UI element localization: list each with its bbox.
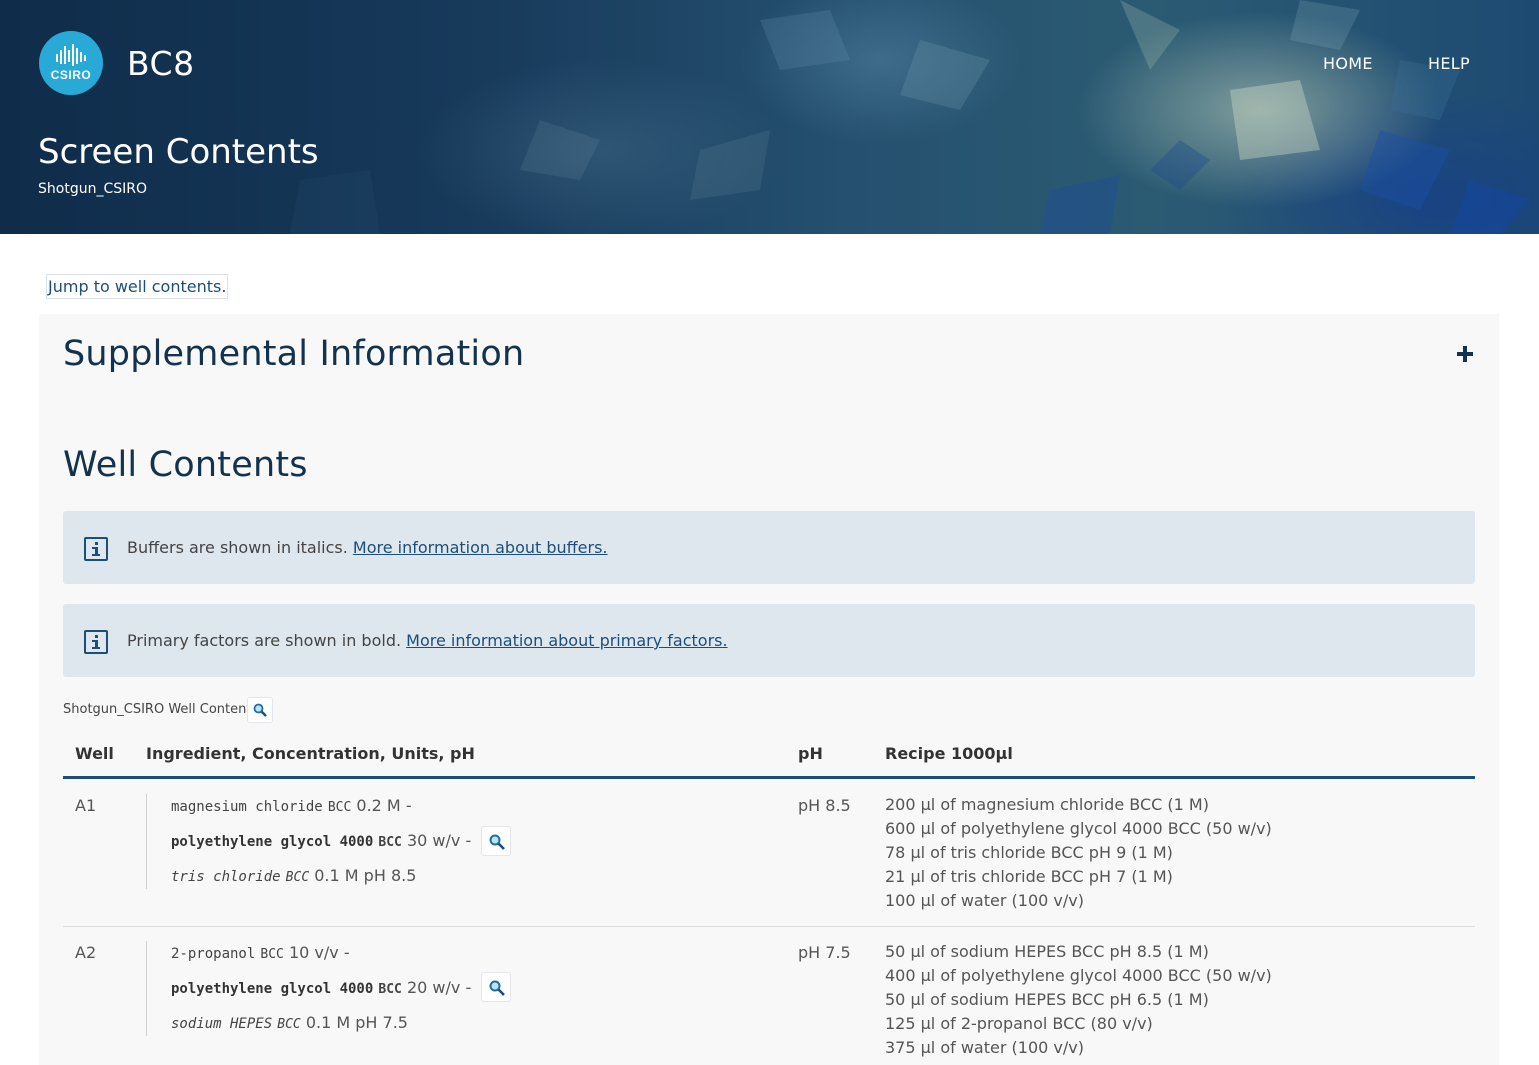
ingredient-line: magnesium chloride BCC 0.2 M - (171, 796, 412, 815)
csiro-waveform-icon (56, 44, 86, 66)
supplemental-info-heading[interactable]: Supplemental Information (63, 334, 524, 374)
ingredient-amount: 10 v/v - (288, 943, 350, 962)
ingredient-line: tris chloride BCC 0.1 M pH 8.5 (171, 866, 416, 885)
ingredient-tag: BCC (260, 947, 284, 962)
nav-help-link[interactable]: HELP (1428, 54, 1470, 73)
ingredient-name: magnesium chloride (171, 799, 323, 815)
ingredient-name: 2-propanol (171, 946, 256, 962)
magnifier-icon (489, 980, 505, 996)
well-id: A1 (75, 796, 97, 815)
row-divider (63, 926, 1475, 927)
ingredient-line: polyethylene glycol 4000 BCC 30 w/v - (171, 831, 471, 850)
ingredient-amount: 0.1 M pH 8.5 (314, 866, 417, 885)
recipe-line: 200 µl of magnesium chloride BCC (1 M) (885, 795, 1209, 814)
recipe-line: 125 µl of 2-propanol BCC (80 v/v) (885, 1014, 1153, 1033)
ingredient-zoom-button[interactable] (481, 826, 511, 856)
well-ph: pH 7.5 (798, 943, 851, 962)
col-header-ingredient: Ingredient, Concentration, Units, pH (146, 744, 475, 763)
ingredient-amount: 0.1 M pH 7.5 (305, 1013, 408, 1032)
col-header-recipe: Recipe 1000µl (885, 744, 1013, 763)
recipe-line: 100 µl of water (100 v/v) (885, 891, 1084, 910)
magnifier-icon (489, 834, 505, 850)
ingredient-line: sodium HEPES BCC 0.1 M pH 7.5 (171, 1013, 408, 1032)
nav-home-link[interactable]: HOME (1323, 54, 1373, 73)
ingredient-name: sodium HEPES (171, 1016, 273, 1032)
zoom-table-button[interactable] (247, 697, 273, 723)
ingredient-divider (146, 794, 147, 889)
table-caption: Shotgun_CSIRO Well Contents (63, 702, 259, 717)
ingredient-line: 2-propanol BCC 10 v/v - (171, 943, 350, 962)
ingredient-name: polyethylene glycol 4000 (171, 834, 374, 850)
ingredient-amount: 30 w/v - (406, 831, 472, 850)
ingredient-name: polyethylene glycol 4000 (171, 981, 374, 997)
ingredient-line: polyethylene glycol 4000 BCC 20 w/v - (171, 978, 471, 997)
recipe-line: 50 µl of sodium HEPES BCC pH 6.5 (1 M) (885, 990, 1209, 1009)
well-contents-heading: Well Contents (63, 445, 308, 485)
primary-factors-info-link[interactable]: More information about primary factors. (406, 631, 727, 650)
col-header-well: Well (75, 744, 114, 763)
buffers-note-text: Buffers are shown in italics. More infor… (127, 538, 608, 557)
page-subtitle: Shotgun_CSIRO (38, 181, 147, 197)
ingredient-tag: BCC (378, 982, 402, 997)
primary-factors-note-label: Primary factors are shown in bold. (127, 631, 407, 650)
well-ph: pH 8.5 (798, 796, 851, 815)
ingredient-tag: BCC (277, 1017, 301, 1032)
recipe-line: 400 µl of polyethylene glycol 4000 BCC (… (885, 966, 1272, 985)
recipe-line: 375 µl of water (100 v/v) (885, 1038, 1084, 1057)
ingredient-tag: BCC (285, 870, 310, 885)
recipe-line: 78 µl of tris chloride BCC pH 9 (1 M) (885, 843, 1173, 862)
page-header: CSIRO BC8 HOME HELP Screen Contents Shot… (0, 0, 1539, 234)
info-icon (84, 630, 108, 654)
ingredient-amount: 0.2 M - (356, 796, 412, 815)
plus-icon[interactable] (1455, 344, 1475, 364)
csiro-logo[interactable]: CSIRO (39, 31, 103, 95)
buffers-note-label: Buffers are shown in italics. (127, 538, 353, 557)
primary-factors-note: Primary factors are shown in bold. More … (63, 604, 1475, 677)
logo-text: CSIRO (50, 68, 92, 82)
ingredient-tag: BCC (378, 835, 402, 850)
jump-to-well-contents-link[interactable]: Jump to well contents. (46, 274, 229, 299)
ingredient-tag: BCC (327, 800, 352, 815)
ingredient-zoom-button[interactable] (481, 972, 511, 1002)
ingredient-divider (146, 941, 147, 1036)
ingredient-amount: 20 w/v - (406, 978, 472, 997)
info-icon (84, 537, 108, 561)
header-background-image (290, 0, 1530, 234)
content-panel: Supplemental Information Well Contents B… (39, 314, 1499, 1065)
buffers-note: Buffers are shown in italics. More infor… (63, 511, 1475, 584)
recipe-line: 21 µl of tris chloride BCC pH 7 (1 M) (885, 867, 1173, 886)
buffers-info-link[interactable]: More information about buffers. (353, 538, 608, 557)
app-title[interactable]: BC8 (127, 44, 195, 83)
ingredient-name: tris chloride (171, 869, 281, 885)
recipe-line: 600 µl of polyethylene glycol 4000 BCC (… (885, 819, 1272, 838)
recipe-line: 50 µl of sodium HEPES BCC pH 8.5 (1 M) (885, 942, 1209, 961)
well-id: A2 (75, 943, 97, 962)
primary-factors-note-text: Primary factors are shown in bold. More … (127, 631, 728, 650)
magnifier-icon (253, 703, 267, 717)
page-title: Screen Contents (38, 132, 319, 172)
table-header-rule (63, 776, 1475, 779)
col-header-ph: pH (798, 744, 823, 763)
